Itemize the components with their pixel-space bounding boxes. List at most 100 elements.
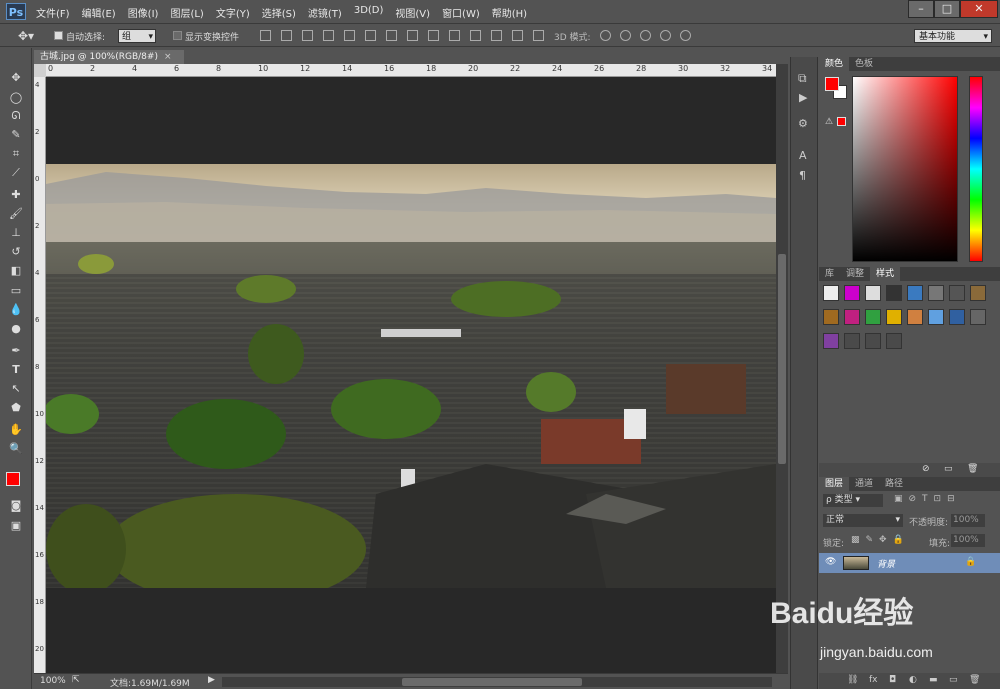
eyedropper-tool-icon[interactable]: ⟋	[8, 165, 24, 181]
layer-row-background[interactable]: 👁 背景 🔒	[819, 553, 1000, 573]
menu-item[interactable]: 3D(D)	[354, 5, 384, 20]
delete-layer-icon[interactable]: 🗑	[969, 675, 980, 685]
menu-item[interactable]: 图层(L)	[170, 5, 203, 20]
style-swatch[interactable]	[865, 333, 881, 349]
style-swatch[interactable]	[823, 285, 839, 301]
status-menu-arrow-icon[interactable]: ▶	[208, 675, 215, 685]
tab-channels[interactable]: 通道	[849, 477, 879, 491]
3d-mode-icon[interactable]	[660, 30, 671, 41]
opacity-input[interactable]: 100%	[951, 514, 985, 527]
workspace-dropdown[interactable]: 基本功能 ▾	[914, 29, 992, 43]
align-icon[interactable]	[344, 30, 355, 41]
pen-tool-icon[interactable]: ✒	[8, 343, 24, 359]
zoom-tool-icon[interactable]: 🔍	[8, 441, 24, 457]
new-layer-icon[interactable]: ▭	[949, 675, 958, 685]
style-swatch[interactable]	[823, 309, 839, 325]
align-icon[interactable]	[428, 30, 439, 41]
style-swatch[interactable]	[886, 285, 902, 301]
character-panel-icon[interactable]: A	[799, 149, 807, 162]
align-icon[interactable]	[533, 30, 544, 41]
add-mask-icon[interactable]: ◘	[889, 675, 896, 685]
style-swatch[interactable]	[907, 309, 923, 325]
document-image[interactable]	[46, 164, 776, 588]
style-swatch[interactable]	[928, 285, 944, 301]
style-swatch[interactable]	[865, 285, 881, 301]
visibility-eye-icon[interactable]: 👁	[825, 557, 836, 567]
align-icon[interactable]	[260, 30, 271, 41]
properties-panel-icon[interactable]: ⚙	[798, 117, 808, 130]
restore-button[interactable]: □	[934, 0, 960, 18]
minimize-button[interactable]: –	[908, 0, 934, 18]
delete-style-icon[interactable]: 🗑	[967, 464, 978, 474]
menu-item[interactable]: 视图(V)	[395, 5, 430, 20]
quick-mask-icon[interactable]: ◙	[8, 498, 24, 514]
layer-name[interactable]: 背景	[877, 557, 895, 570]
zoom-level[interactable]: 100%	[40, 676, 66, 686]
style-swatch[interactable]	[886, 309, 902, 325]
style-swatch[interactable]	[970, 285, 986, 301]
style-swatch[interactable]	[928, 309, 944, 325]
foreground-color-chip[interactable]	[825, 77, 839, 91]
style-swatch[interactable]	[970, 309, 986, 325]
align-icon[interactable]	[491, 30, 502, 41]
screen-mode-icon[interactable]: ▣	[8, 518, 24, 534]
move-tool-icon[interactable]: ✥	[8, 70, 24, 86]
blur-tool-icon[interactable]: 💧	[8, 302, 24, 318]
healing-brush-icon[interactable]: ✚	[8, 187, 24, 203]
dodge-tool-icon[interactable]: ●	[8, 321, 24, 337]
align-icon[interactable]	[512, 30, 523, 41]
align-icon[interactable]	[449, 30, 460, 41]
tab-adjustments[interactable]: 调整	[840, 267, 870, 281]
style-swatch[interactable]	[865, 309, 881, 325]
layer-filter-dropdown[interactable]: ρ 类型 ▾	[823, 494, 883, 507]
3d-mode-icon[interactable]	[620, 30, 631, 41]
style-swatch[interactable]	[886, 333, 902, 349]
align-icon[interactable]	[386, 30, 397, 41]
tab-layers[interactable]: 图层	[819, 477, 850, 491]
tab-styles[interactable]: 样式	[870, 267, 901, 281]
align-icon[interactable]	[302, 30, 313, 41]
move-tool-icon[interactable]: ✥▾	[18, 29, 34, 43]
show-transform-checkbox[interactable]	[173, 31, 182, 40]
style-swatch[interactable]	[823, 333, 839, 349]
menu-item[interactable]: 文字(Y)	[216, 5, 250, 20]
3d-mode-icon[interactable]	[680, 30, 691, 41]
vertical-scrollbar[interactable]	[776, 64, 788, 673]
brush-tool-icon[interactable]: 🖌	[8, 206, 24, 222]
3d-mode-icon[interactable]	[600, 30, 611, 41]
color-field[interactable]	[852, 76, 958, 262]
gamut-warning-icon[interactable]: ⚠	[825, 117, 833, 127]
clone-stamp-icon[interactable]: ⊥	[8, 225, 24, 241]
quick-select-tool-icon[interactable]: ✎	[8, 127, 24, 143]
horizontal-scrollbar[interactable]	[222, 677, 772, 687]
tab-libraries[interactable]: 库	[819, 267, 840, 281]
gradient-tool-icon[interactable]: ▭	[8, 283, 24, 299]
auto-select-dropdown[interactable]: 组 ▾	[118, 29, 156, 43]
style-swatch[interactable]	[844, 285, 860, 301]
shape-tool-icon[interactable]: ⬟	[8, 400, 24, 416]
hand-tool-icon[interactable]: ✋	[8, 422, 24, 438]
menu-item[interactable]: 帮助(H)	[492, 5, 527, 20]
lock-icons[interactable]: ▩✎✥🔒	[851, 535, 910, 545]
new-style-icon[interactable]: ▭	[944, 464, 953, 474]
type-tool-icon[interactable]: T	[8, 362, 24, 378]
layer-filter-icons[interactable]: ▣⊘T⊡⊟	[894, 494, 961, 504]
align-icon[interactable]	[365, 30, 376, 41]
scroll-thumb[interactable]	[778, 254, 786, 464]
eraser-tool-icon[interactable]: ◧	[8, 263, 24, 279]
clear-style-icon[interactable]: ⊘	[922, 464, 930, 474]
menu-item[interactable]: 滤镜(T)	[308, 5, 342, 20]
align-icon[interactable]	[281, 30, 292, 41]
style-swatch[interactable]	[844, 309, 860, 325]
foreground-color-swatch[interactable]	[6, 472, 20, 486]
hue-slider[interactable]	[969, 76, 983, 262]
tab-paths[interactable]: 路径	[879, 477, 909, 491]
close-button[interactable]: ✕	[960, 0, 998, 18]
document-tab[interactable]: 古城.jpg @ 100%(RGB/8#) ×	[34, 50, 184, 65]
path-select-icon[interactable]: ↖	[8, 381, 24, 397]
export-icon[interactable]: ⇱	[72, 675, 80, 685]
auto-select-checkbox[interactable]	[54, 31, 63, 40]
vertical-ruler[interactable]: 4 2 0 2 4 6 8 10 12 14 16 18 20	[34, 77, 46, 673]
paragraph-panel-icon[interactable]: ¶	[799, 169, 806, 182]
align-icon[interactable]	[470, 30, 481, 41]
